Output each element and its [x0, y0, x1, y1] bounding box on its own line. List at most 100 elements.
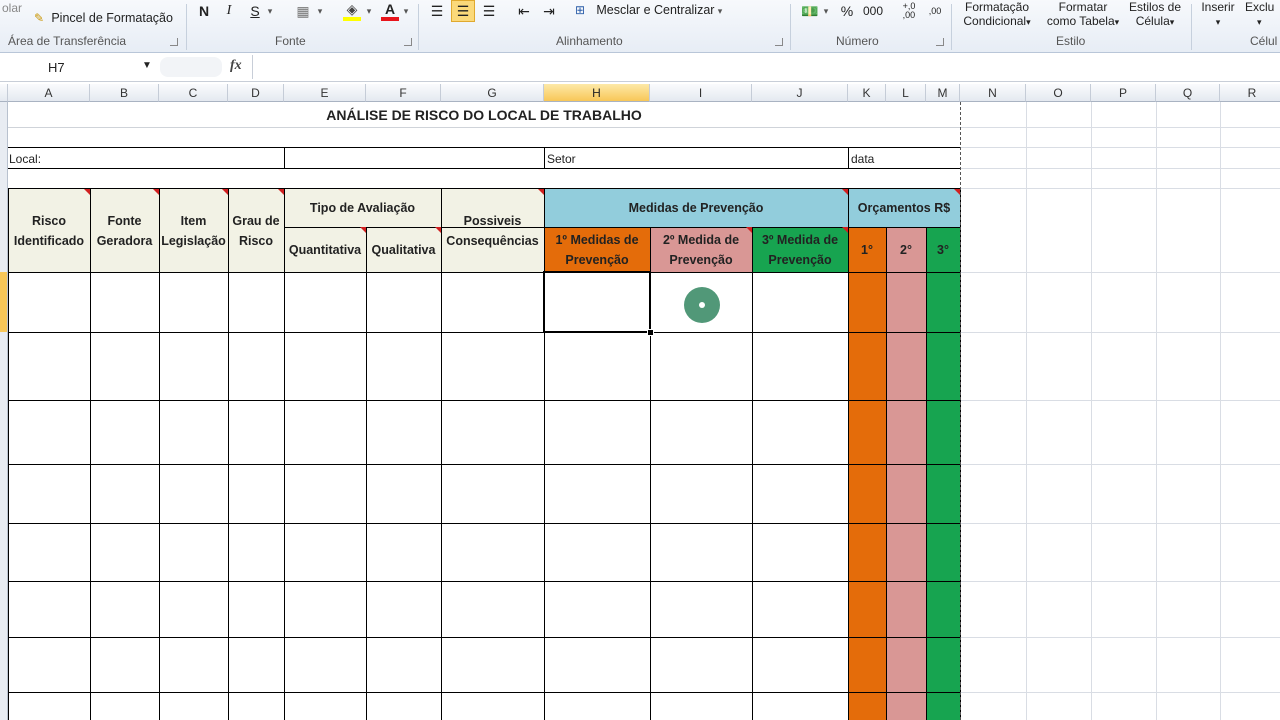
format-painter-button[interactable]: ✎ Pincel de Formatação: [34, 11, 173, 25]
formula-bar: H7 ▼ fx: [0, 53, 1280, 82]
cell-border: [8, 168, 960, 169]
format-table-button[interactable]: Formatar como Tabela▾: [1040, 0, 1126, 29]
alignment-launcher-icon[interactable]: [775, 38, 783, 46]
currency-dropdown-icon[interactable]: ▾: [821, 1, 831, 21]
column-header-r[interactable]: R: [1220, 84, 1280, 102]
header-tipo-avaliacao[interactable]: Tipo de Avaliação: [284, 189, 441, 227]
font-color-icon[interactable]: A: [381, 1, 399, 21]
group-cells-label: Célul: [1250, 34, 1278, 48]
fill-dropdown-icon[interactable]: ▾: [364, 1, 374, 21]
font-color-dropdown-icon[interactable]: ▾: [401, 1, 411, 21]
group-clipboard-label: Área de Transferência: [8, 34, 127, 48]
ribbon: olar ✎ Pincel de Formatação Área de Tran…: [0, 0, 1280, 53]
column-header-p[interactable]: P: [1091, 84, 1156, 102]
bold-button[interactable]: N: [195, 1, 213, 21]
data-label[interactable]: data: [851, 150, 874, 168]
underline-button[interactable]: S: [246, 1, 264, 21]
cond-dropdown-icon: ▾: [1026, 17, 1031, 27]
header-med2[interactable]: 2º Medida de Prevenção: [650, 227, 752, 272]
borders-icon[interactable]: ▦: [294, 1, 312, 21]
cut-button[interactable]: olar: [2, 1, 22, 15]
column-header-n[interactable]: N: [960, 84, 1026, 102]
header-possiveis[interactable]: Possiveis Consequências: [441, 189, 544, 272]
column-header-d[interactable]: D: [228, 84, 284, 102]
column-header-e[interactable]: E: [284, 84, 366, 102]
decrease-indent-icon[interactable]: ⇤: [515, 1, 533, 21]
gridline: [960, 523, 1280, 524]
fill-color-icon[interactable]: ◈: [343, 1, 361, 21]
column-header-g[interactable]: G: [441, 84, 544, 102]
orc1-column-fill: [848, 227, 886, 720]
header-orc2[interactable]: 2°: [886, 227, 926, 272]
underline-dropdown-icon[interactable]: ▾: [265, 1, 275, 21]
column-header-i[interactable]: I: [650, 84, 752, 102]
column-header-a[interactable]: A: [8, 84, 90, 102]
select-all-corner[interactable]: [0, 84, 8, 102]
selected-cell-h7[interactable]: [543, 271, 651, 333]
align-left-icon[interactable]: ☰: [428, 1, 446, 21]
gridline: [960, 168, 1280, 169]
formula-buttons-area: [160, 57, 222, 77]
header-orcamentos[interactable]: Orçamentos R$: [848, 189, 960, 227]
header-orc3[interactable]: 3°: [926, 227, 960, 272]
column-header-c[interactable]: C: [159, 84, 228, 102]
align-right-icon[interactable]: ☰: [480, 1, 498, 21]
header-fonte[interactable]: Fonte Geradora: [90, 189, 159, 272]
clipboard-launcher-icon[interactable]: [170, 38, 178, 46]
column-header-o[interactable]: O: [1026, 84, 1091, 102]
increase-decimal-icon[interactable]: +,0,00: [898, 1, 920, 21]
gridline: [1091, 102, 1092, 720]
group-number-label: Número: [836, 34, 879, 48]
currency-icon[interactable]: 💵: [800, 1, 820, 21]
decrease-decimal-icon[interactable]: ,00: [924, 1, 946, 21]
insert-function-icon[interactable]: fx: [230, 58, 242, 74]
thousands-button[interactable]: 000: [862, 1, 884, 21]
cell-border: [8, 400, 960, 401]
increase-indent-icon[interactable]: ⇥: [540, 1, 558, 21]
sheet-title[interactable]: ANÁLISE DE RISCO DO LOCAL DE TRABALHO: [8, 103, 960, 127]
header-grau[interactable]: Grau de Risco: [228, 189, 284, 272]
header-med1[interactable]: 1º Medidas de Prevenção: [544, 227, 650, 272]
column-header-m[interactable]: M: [926, 84, 960, 102]
header-med3[interactable]: 3º Medida de Prevenção: [752, 227, 848, 272]
formula-divider: [252, 55, 253, 79]
font-launcher-icon[interactable]: [404, 38, 412, 46]
column-header-f[interactable]: F: [366, 84, 441, 102]
borders-dropdown-icon[interactable]: ▾: [315, 1, 325, 21]
fill-handle[interactable]: [647, 329, 654, 336]
header-item[interactable]: Item Legislação: [159, 189, 228, 272]
name-box[interactable]: H7 ▼: [4, 57, 154, 77]
column-header-h[interactable]: H: [544, 84, 650, 102]
column-header-q[interactable]: Q: [1156, 84, 1220, 102]
cell-border: [886, 227, 887, 720]
local-label[interactable]: Local:: [9, 150, 41, 168]
cell-styles-button[interactable]: Estilos de Célula▾: [1124, 0, 1186, 29]
conditional-format-button[interactable]: Formatação Condicional▾: [959, 0, 1035, 29]
name-box-dropdown-icon[interactable]: ▼: [142, 60, 152, 71]
column-header-j[interactable]: J: [752, 84, 848, 102]
ribbon-separator: [186, 4, 187, 50]
column-header-k[interactable]: K: [848, 84, 886, 102]
setor-label[interactable]: Setor: [547, 150, 576, 168]
cell-border: [8, 332, 960, 333]
number-launcher-icon[interactable]: [936, 38, 944, 46]
cell-border: [284, 147, 285, 168]
cell-border: [366, 227, 367, 720]
delete-button[interactable]: Exclu ▾: [1245, 0, 1274, 29]
orc2-column-fill: [886, 227, 926, 720]
header-medidas[interactable]: Medidas de Prevenção: [544, 189, 848, 227]
header-orc1[interactable]: 1°: [848, 227, 886, 272]
align-center-icon[interactable]: ☰: [451, 0, 475, 22]
percent-button[interactable]: %: [838, 1, 856, 21]
group-style-label: Estilo: [1056, 34, 1086, 48]
header-risco[interactable]: Risco Identificado: [8, 189, 90, 272]
cell-border: [8, 523, 960, 524]
header-quantitativa[interactable]: Quantitativa: [284, 227, 366, 272]
header-qualitativa[interactable]: Qualitativa: [366, 227, 441, 272]
cell-border: [8, 147, 960, 148]
italic-button[interactable]: I: [220, 1, 238, 21]
column-header-b[interactable]: B: [90, 84, 159, 102]
merge-center-button[interactable]: ⊞ Mesclar e Centralizar ▾: [575, 3, 722, 17]
column-header-l[interactable]: L: [886, 84, 926, 102]
insert-button[interactable]: Inserir ▾: [1197, 0, 1239, 29]
